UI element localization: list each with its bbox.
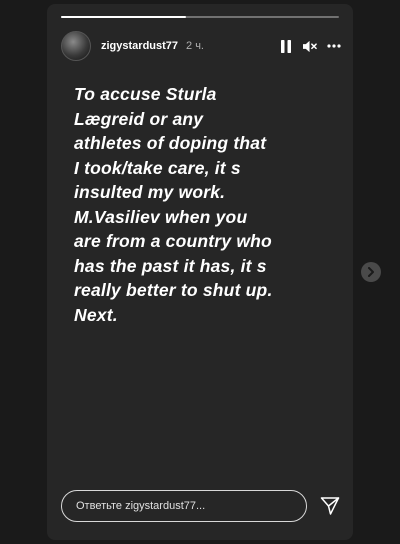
story-viewer: zigystardust77 2 ч. To accuse Sturla Læg… (0, 0, 400, 544)
send-button[interactable] (319, 495, 341, 517)
story-header: zigystardust77 2 ч. (61, 30, 341, 62)
more-icon[interactable] (327, 39, 341, 53)
story-controls (279, 39, 341, 53)
reply-input[interactable] (61, 490, 307, 522)
story-progress-fill (61, 16, 187, 18)
chevron-right-icon (368, 267, 374, 277)
story-progress-bar (61, 16, 339, 18)
pause-icon[interactable] (279, 39, 293, 53)
story-footer (61, 488, 341, 524)
post-time: 2 ч. (186, 40, 204, 52)
next-story-button[interactable] (361, 262, 381, 282)
story-card[interactable]: zigystardust77 2 ч. To accuse Sturla Læg… (47, 4, 353, 540)
mute-icon[interactable] (303, 39, 317, 53)
username[interactable]: zigystardust77 (101, 40, 178, 52)
send-icon (320, 497, 340, 515)
avatar[interactable] (61, 31, 91, 61)
story-text: To accuse Sturla Lægreid or any athletes… (74, 84, 273, 325)
